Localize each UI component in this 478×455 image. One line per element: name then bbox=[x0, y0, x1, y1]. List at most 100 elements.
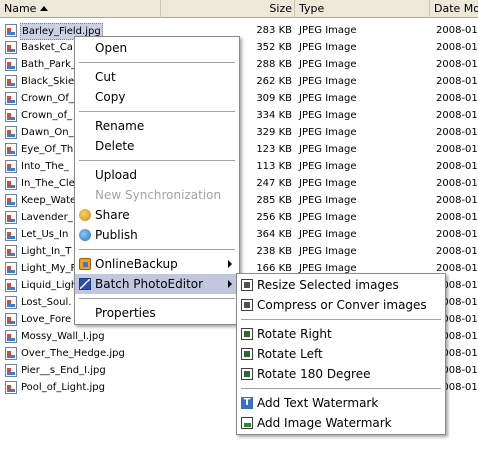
file-name: Into_The_ bbox=[21, 161, 69, 172]
menu-item-add-image-watermark[interactable]: Add Image Watermark bbox=[237, 413, 445, 433]
file-date: 2008-01- bbox=[436, 195, 478, 206]
menu-item-share[interactable]: Share bbox=[75, 205, 239, 225]
file-size: 238 KB bbox=[256, 246, 292, 257]
menu-item-label: Rename bbox=[95, 119, 145, 133]
file-name: Bath_Park_ bbox=[21, 59, 76, 70]
menu-item-upload[interactable]: Upload bbox=[75, 165, 239, 185]
menu-item-compress-convert[interactable]: Compress or Conver images bbox=[237, 295, 445, 315]
jpeg-file-icon bbox=[5, 143, 17, 156]
menu-item-new-synchronization: New Synchronization bbox=[75, 185, 239, 205]
compress-icon bbox=[241, 299, 253, 311]
column-date-header[interactable]: Date Mo bbox=[430, 0, 478, 18]
file-type: JPEG Image bbox=[299, 127, 357, 138]
jpeg-file-icon bbox=[5, 347, 17, 360]
menu-item-properties[interactable]: Properties bbox=[75, 303, 239, 323]
menu-item-publish[interactable]: Publish bbox=[75, 225, 239, 245]
file-date: 2008-01- bbox=[436, 229, 478, 240]
file-size: 309 KB bbox=[256, 93, 292, 104]
file-name: Black_Skies bbox=[21, 76, 80, 87]
jpeg-file-icon bbox=[5, 296, 17, 309]
file-name: Over_The_Hedge.jpg bbox=[21, 348, 125, 359]
menu-item-label: Compress or Conver images bbox=[257, 298, 427, 312]
column-name-label: Name bbox=[4, 2, 37, 15]
file-name: Pier__s_End_I.jpg bbox=[21, 365, 106, 376]
menu-item-label: New Synchronization bbox=[95, 188, 222, 202]
file-size: 262 KB bbox=[256, 76, 292, 87]
batch-photoeditor-submenu: Resize Selected images Compress or Conve… bbox=[236, 273, 446, 435]
menu-item-resize-images[interactable]: Resize Selected images bbox=[237, 275, 445, 295]
jpeg-file-icon bbox=[5, 177, 17, 190]
file-date: 2008-01- bbox=[436, 59, 478, 70]
online-backup-icon bbox=[79, 258, 91, 270]
menu-item-rotate-right[interactable]: Rotate Right bbox=[237, 324, 445, 344]
file-size: 364 KB bbox=[256, 229, 292, 240]
menu-item-batch-photoeditor[interactable]: Batch PhotoEditor bbox=[75, 274, 239, 294]
menu-item-label: Resize Selected images bbox=[257, 278, 399, 292]
file-name: Lost_Soul. bbox=[21, 297, 72, 308]
menu-item-open[interactable]: Open bbox=[75, 38, 239, 58]
submenu-arrow-icon bbox=[228, 280, 232, 288]
file-name: Light_In_T bbox=[21, 246, 72, 257]
file-size: 288 KB bbox=[256, 59, 292, 70]
menu-item-label: Properties bbox=[95, 306, 156, 320]
share-icon bbox=[79, 209, 91, 221]
file-name: Pool_of_Light.jpg bbox=[21, 382, 105, 393]
menu-item-label: Batch PhotoEditor bbox=[95, 277, 204, 291]
menu-item-label: Rotate 180 Degree bbox=[257, 367, 371, 381]
menu-item-label: Publish bbox=[95, 228, 138, 242]
file-size: 247 KB bbox=[256, 178, 292, 189]
jpeg-file-icon bbox=[5, 262, 17, 275]
context-menu: Open Cut Copy Rename Delete Upload New S… bbox=[74, 36, 240, 325]
menu-item-copy[interactable]: Copy bbox=[75, 87, 239, 107]
jpeg-file-icon bbox=[5, 381, 17, 394]
menu-item-rotate-180[interactable]: Rotate 180 Degree bbox=[237, 364, 445, 384]
file-type: JPEG Image bbox=[299, 178, 357, 189]
file-type: JPEG Image bbox=[299, 229, 357, 240]
file-date: 2008-01- bbox=[436, 144, 478, 155]
menu-item-cut[interactable]: Cut bbox=[75, 67, 239, 87]
jpeg-file-icon bbox=[5, 330, 17, 343]
publish-globe-icon bbox=[79, 229, 91, 241]
menu-item-rotate-left[interactable]: Rotate Left bbox=[237, 344, 445, 364]
menu-item-add-text-watermark[interactable]: T Add Text Watermark bbox=[237, 393, 445, 413]
menu-item-rename[interactable]: Rename bbox=[75, 116, 239, 136]
file-size: 352 KB bbox=[256, 42, 292, 53]
jpeg-file-icon bbox=[5, 364, 17, 377]
rotate-180-icon bbox=[241, 368, 253, 380]
file-type: JPEG Image bbox=[299, 93, 357, 104]
file-date: 2008-01- bbox=[436, 76, 478, 87]
file-name: Liquid_Ligh bbox=[21, 280, 78, 291]
file-name: Keep_Wate bbox=[21, 195, 77, 206]
file-type: JPEG Image bbox=[299, 195, 357, 206]
file-name: Dawn_On_ bbox=[21, 127, 74, 138]
jpeg-file-icon bbox=[5, 58, 17, 71]
jpeg-file-icon bbox=[5, 41, 17, 54]
column-name-header[interactable]: Name bbox=[0, 0, 161, 18]
menu-item-label: Copy bbox=[95, 90, 126, 104]
column-size-header[interactable]: Size bbox=[161, 0, 295, 18]
file-type: JPEG Image bbox=[299, 144, 357, 155]
file-type: JPEG Image bbox=[299, 246, 357, 257]
jpeg-file-icon bbox=[5, 75, 17, 88]
column-type-header[interactable]: Type bbox=[295, 0, 430, 18]
jpeg-file-icon bbox=[5, 228, 17, 241]
file-date: 2008-01- bbox=[436, 246, 478, 257]
file-type: JPEG Image bbox=[299, 42, 357, 53]
jpeg-file-icon bbox=[5, 313, 17, 326]
menu-item-delete[interactable]: Delete bbox=[75, 136, 239, 156]
file-date: 2008-01- bbox=[436, 42, 478, 53]
file-type: JPEG Image bbox=[299, 110, 357, 121]
menu-separator bbox=[75, 156, 239, 165]
file-name: In_The_Cle bbox=[21, 178, 75, 189]
file-name: Let_Us_In bbox=[21, 229, 69, 240]
menu-item-label: Rotate Right bbox=[257, 327, 332, 341]
menu-item-label: Add Image Watermark bbox=[257, 416, 392, 430]
jpeg-file-icon bbox=[5, 279, 17, 292]
menu-item-online-backup[interactable]: OnlineBackup bbox=[75, 254, 239, 274]
menu-separator bbox=[75, 107, 239, 116]
file-size: 334 KB bbox=[256, 110, 292, 121]
menu-separator bbox=[237, 315, 445, 324]
file-name: Crown_Of_ bbox=[21, 93, 74, 104]
menu-item-label: Upload bbox=[95, 168, 138, 182]
file-size: 283 KB bbox=[256, 25, 292, 36]
